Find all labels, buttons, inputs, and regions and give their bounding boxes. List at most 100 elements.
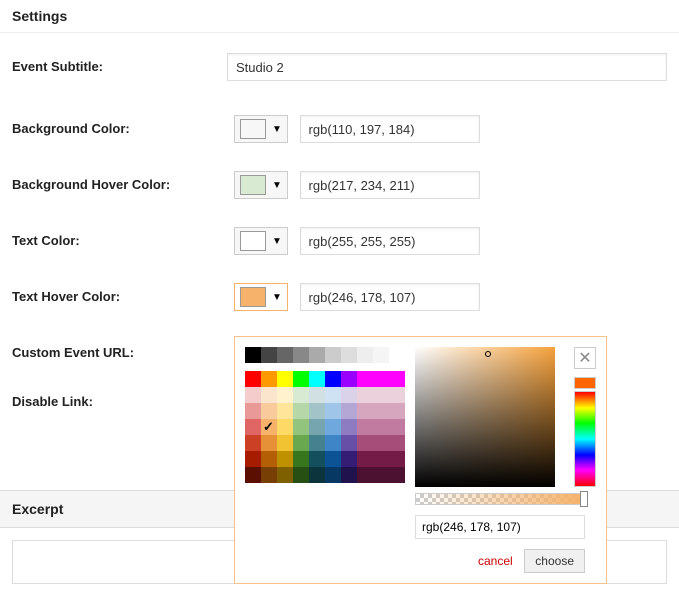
palette-cell[interactable] xyxy=(389,467,405,483)
row-subtitle: Event Subtitle: xyxy=(0,33,679,101)
palette-cell[interactable] xyxy=(293,419,309,435)
palette-cell[interactable] xyxy=(277,371,293,387)
palette-cell[interactable] xyxy=(245,451,261,467)
palette-cell[interactable] xyxy=(245,371,261,387)
choose-button[interactable]: choose xyxy=(524,549,585,573)
palette-cell[interactable] xyxy=(261,403,277,419)
bg-hover-swatch-button[interactable]: ▼ xyxy=(234,171,288,199)
palette-cell[interactable] xyxy=(325,347,341,363)
palette-cell[interactable] xyxy=(261,371,277,387)
palette-cell[interactable] xyxy=(293,347,309,363)
palette-cell[interactable] xyxy=(341,451,357,467)
palette-cell[interactable] xyxy=(245,435,261,451)
text-swatch-button[interactable]: ▼ xyxy=(234,227,288,255)
palette-cell[interactable] xyxy=(309,419,325,435)
palette-cell[interactable] xyxy=(357,403,373,419)
palette-cell[interactable] xyxy=(277,387,293,403)
palette-cell[interactable] xyxy=(341,467,357,483)
palette-cell[interactable] xyxy=(357,435,373,451)
palette-cell[interactable] xyxy=(373,347,389,363)
hue-slider[interactable] xyxy=(574,391,596,487)
palette-cell[interactable] xyxy=(389,419,405,435)
palette-cell[interactable] xyxy=(261,451,277,467)
palette-cell[interactable] xyxy=(277,419,293,435)
subtitle-input[interactable] xyxy=(227,53,667,81)
palette-cell[interactable] xyxy=(277,435,293,451)
palette-cell[interactable] xyxy=(325,435,341,451)
palette-cell[interactable] xyxy=(357,451,373,467)
chevron-down-icon: ▼ xyxy=(272,292,282,303)
palette-cell[interactable] xyxy=(325,419,341,435)
palette-cell[interactable] xyxy=(373,371,389,387)
palette-cell[interactable] xyxy=(341,419,357,435)
palette-cell[interactable] xyxy=(261,467,277,483)
label-text-hover: Text Hover Color: xyxy=(12,283,234,304)
palette-cell[interactable] xyxy=(245,467,261,483)
palette-cell[interactable] xyxy=(309,387,325,403)
palette-cell[interactable] xyxy=(341,371,357,387)
palette-cell[interactable] xyxy=(325,451,341,467)
palette-cell[interactable] xyxy=(293,451,309,467)
palette-cell[interactable] xyxy=(373,387,389,403)
palette-cell[interactable] xyxy=(341,435,357,451)
palette-cell[interactable] xyxy=(309,403,325,419)
bg-text-input[interactable] xyxy=(300,115,480,143)
text-hover-swatch-button[interactable]: ▼ xyxy=(234,283,288,311)
palette-cell[interactable] xyxy=(245,347,261,363)
palette-cell[interactable] xyxy=(293,435,309,451)
palette-cell[interactable] xyxy=(325,387,341,403)
palette-cell[interactable] xyxy=(309,435,325,451)
palette-cell[interactable] xyxy=(309,467,325,483)
palette-cell[interactable] xyxy=(357,347,373,363)
palette-cell[interactable] xyxy=(277,467,293,483)
palette-cell[interactable] xyxy=(245,419,261,435)
bg-swatch-button[interactable]: ▼ xyxy=(234,115,288,143)
alpha-slider[interactable] xyxy=(415,493,585,505)
palette-cell[interactable] xyxy=(277,347,293,363)
palette-cell[interactable] xyxy=(293,387,309,403)
palette-cell[interactable] xyxy=(325,467,341,483)
palette-cell[interactable] xyxy=(357,387,373,403)
palette-cell[interactable] xyxy=(373,435,389,451)
saturation-value-box[interactable] xyxy=(415,347,555,487)
palette-cell[interactable] xyxy=(325,371,341,387)
palette-cell[interactable] xyxy=(341,347,357,363)
palette-cell[interactable] xyxy=(373,467,389,483)
text-text-input[interactable] xyxy=(300,227,480,255)
palette-cell[interactable] xyxy=(261,347,277,363)
palette-cell[interactable] xyxy=(341,387,357,403)
palette-cell[interactable] xyxy=(309,347,325,363)
palette-cell[interactable] xyxy=(309,371,325,387)
palette-cell[interactable] xyxy=(389,387,405,403)
palette-cell[interactable] xyxy=(261,387,277,403)
palette-cell[interactable] xyxy=(245,387,261,403)
palette-cell[interactable] xyxy=(341,403,357,419)
palette-cell[interactable] xyxy=(389,371,405,387)
palette-cell[interactable] xyxy=(389,347,405,363)
palette-cell[interactable] xyxy=(325,403,341,419)
palette-cell[interactable] xyxy=(293,467,309,483)
picker-value-input[interactable] xyxy=(415,515,585,539)
palette-cell[interactable] xyxy=(277,451,293,467)
palette-cell[interactable] xyxy=(389,435,405,451)
palette-cell[interactable] xyxy=(389,451,405,467)
close-icon[interactable]: ✕ xyxy=(574,347,596,369)
palette-cell[interactable] xyxy=(277,403,293,419)
palette-cell[interactable] xyxy=(293,403,309,419)
palette-cell[interactable] xyxy=(357,467,373,483)
palette-cell[interactable] xyxy=(373,451,389,467)
palette-cell[interactable] xyxy=(373,419,389,435)
palette-cell[interactable] xyxy=(261,435,277,451)
palette-cell[interactable] xyxy=(245,403,261,419)
palette-cell[interactable] xyxy=(389,403,405,419)
cancel-button[interactable]: cancel xyxy=(478,554,513,568)
palette-cell[interactable] xyxy=(293,371,309,387)
palette-cell[interactable] xyxy=(261,419,277,435)
palette-cell[interactable] xyxy=(357,419,373,435)
palette-cell[interactable] xyxy=(357,371,373,387)
text-hover-text-input[interactable] xyxy=(300,283,480,311)
palette-cell[interactable] xyxy=(373,403,389,419)
label-text: Text Color: xyxy=(12,227,234,248)
bg-hover-text-input[interactable] xyxy=(300,171,480,199)
palette-cell[interactable] xyxy=(309,451,325,467)
